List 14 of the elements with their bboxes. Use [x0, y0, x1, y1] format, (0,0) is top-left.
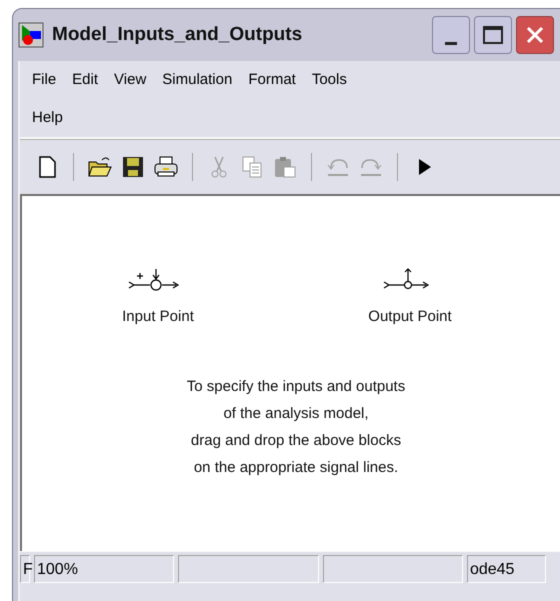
- block-label: Input Point: [122, 307, 194, 327]
- window-title: Model_Inputs_and_Outputs: [52, 22, 302, 47]
- instructions-text: To specify the inputs and outputs of the analysis model, drag and drop the above blocks on the appropriate signal lines.: [186, 376, 406, 478]
- menu-item[interactable]: File: [32, 61, 56, 99]
- status-pane: 100%: [34, 554, 174, 582]
- menu-item[interactable]: Tools: [312, 61, 347, 99]
- menu-item[interactable]: Help: [32, 99, 63, 137]
- menu-item[interactable]: Edit: [72, 61, 98, 99]
- menu-item[interactable]: View: [114, 61, 146, 99]
- menu-item[interactable]: Simulation: [162, 61, 232, 99]
- status-pane: ode45: [466, 554, 546, 582]
- status-pane: F: [20, 554, 30, 582]
- menu-item[interactable]: Format: [248, 61, 296, 99]
- block-label: Output Point: [368, 307, 452, 327]
